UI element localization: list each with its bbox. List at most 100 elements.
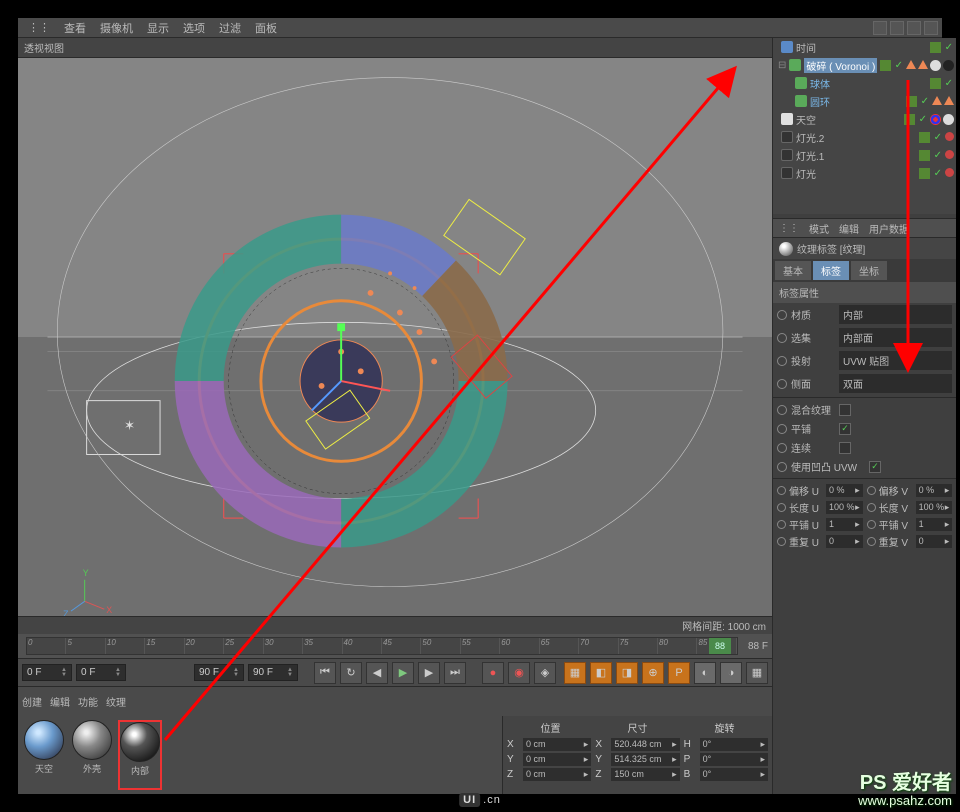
- object-name[interactable]: 破碎 ( Voronoi ): [804, 58, 877, 73]
- attr-menu-user[interactable]: 用户数据: [869, 221, 909, 236]
- material-label: 天空: [35, 762, 53, 775]
- attr-menu-mode[interactable]: 模式: [809, 221, 829, 236]
- material-outer[interactable]: 外壳: [70, 720, 114, 790]
- attr-menu-edit[interactable]: 编辑: [839, 221, 859, 236]
- mat-menu-func[interactable]: 功能: [78, 694, 98, 709]
- prev-frame-button[interactable]: ◀: [366, 662, 388, 684]
- timeline[interactable]: 0510152025303540455055606570758085 88 88…: [18, 634, 772, 658]
- prop-side-label: 侧面: [791, 376, 835, 391]
- record-button[interactable]: ●: [482, 662, 504, 684]
- viewport-label: 透视视图: [18, 38, 772, 58]
- vp-icon-1[interactable]: [873, 21, 887, 35]
- prop-projection-value[interactable]: UVW 贴图: [839, 351, 952, 370]
- mat-menu-edit[interactable]: 编辑: [50, 694, 70, 709]
- object-name[interactable]: 灯光.2: [796, 130, 916, 145]
- grid-spacing-label: 网格间距: 1000 cm: [682, 618, 766, 633]
- object-row[interactable]: 灯光.1✓: [773, 146, 956, 164]
- object-row[interactable]: 圆环✓: [773, 92, 956, 110]
- prop-blend-label: 混合纹理: [791, 402, 835, 417]
- range-end-field[interactable]: 90 F▲▼: [194, 664, 244, 681]
- loop-button[interactable]: ↻: [340, 662, 362, 684]
- attribute-title-text: 纹理标签 [纹理]: [797, 241, 865, 256]
- menu-filter[interactable]: 过滤: [213, 18, 247, 38]
- attribute-title: 纹理标签 [纹理]: [773, 238, 956, 259]
- viewport-3d[interactable]: ✶ Y X Z: [18, 58, 772, 616]
- watermark-center: UI.cn: [459, 794, 501, 806]
- tab-basic[interactable]: 基本: [775, 261, 811, 280]
- coordinate-manager: 位置 尺寸 旋转 X0 cm▸X520.448 cm▸H0°▸Y0 cm▸Y51…: [502, 716, 772, 794]
- object-icon: [795, 77, 807, 89]
- object-icon: [781, 131, 793, 143]
- next-frame-button[interactable]: ▶: [418, 662, 440, 684]
- mat-menu-tex[interactable]: 纹理: [106, 694, 126, 709]
- object-name[interactable]: 天空: [796, 112, 901, 127]
- grip-icon[interactable]: ⋮⋮: [779, 223, 799, 234]
- vp-icon-4[interactable]: [924, 21, 938, 35]
- svg-text:X: X: [106, 605, 112, 615]
- vp-icon-2[interactable]: [890, 21, 904, 35]
- menu-display[interactable]: 显示: [141, 18, 175, 38]
- opt-btn-4[interactable]: ⊕: [642, 662, 664, 684]
- app-window: ⋮⋮ 查看 摄像机 显示 选项 过滤 面板 透视视图: [18, 18, 942, 794]
- prop-material-value[interactable]: 内部: [839, 305, 952, 324]
- object-name[interactable]: 灯光.1: [796, 148, 916, 163]
- prop-selection-value[interactable]: 内部面: [839, 328, 952, 347]
- coord-hdr-rot: 旋转: [715, 720, 735, 735]
- attribute-menubar: ⋮⋮ 模式 编辑 用户数据: [773, 218, 956, 238]
- opt-btn-5[interactable]: P: [668, 662, 690, 684]
- coord-hdr-pos: 位置: [541, 720, 561, 735]
- timeline-playhead[interactable]: 88: [709, 638, 731, 654]
- opt-btn-3[interactable]: ◨: [616, 662, 638, 684]
- prop-continuous-checkbox[interactable]: [839, 442, 851, 454]
- mat-menu-create[interactable]: 创建: [22, 694, 42, 709]
- opt-btn-1[interactable]: ▦: [564, 662, 586, 684]
- object-name[interactable]: 灯光: [796, 166, 916, 181]
- prop-projection-label: 投射: [791, 353, 835, 368]
- object-icon: [781, 41, 793, 53]
- material-inner[interactable]: 内部: [118, 720, 162, 790]
- play-button[interactable]: ▶: [392, 662, 414, 684]
- material-sky[interactable]: 天空: [22, 720, 66, 790]
- object-row[interactable]: 时间✓: [773, 38, 956, 56]
- menu-panel[interactable]: 面板: [249, 18, 283, 38]
- object-name[interactable]: 圆环: [810, 94, 903, 109]
- object-row[interactable]: 球体✓: [773, 74, 956, 92]
- object-name[interactable]: 球体: [810, 76, 927, 91]
- object-row[interactable]: 灯光✓: [773, 164, 956, 182]
- range-start-field[interactable]: 0 F▲▼: [22, 664, 72, 681]
- menu-camera[interactable]: 摄像机: [94, 18, 139, 38]
- material-menubar: 创建 编辑 功能 纹理: [18, 686, 772, 716]
- autokey-button[interactable]: ◉: [508, 662, 530, 684]
- timeline-track[interactable]: 0510152025303540455055606570758085 88: [26, 637, 738, 655]
- opt-btn-8[interactable]: ▦: [746, 662, 768, 684]
- prop-blend-checkbox[interactable]: [839, 404, 851, 416]
- menu-options[interactable]: 选项: [177, 18, 211, 38]
- object-row[interactable]: 灯光.2✓: [773, 128, 956, 146]
- vp-icon-3[interactable]: [907, 21, 921, 35]
- material-ball-icon: [72, 720, 112, 760]
- viewport-menubar: ⋮⋮ 查看 摄像机 显示 选项 过滤 面板: [18, 18, 942, 38]
- goto-end-button[interactable]: ⏭: [444, 662, 466, 684]
- object-row[interactable]: ⊟破碎 ( Voronoi )✓: [773, 56, 956, 74]
- menu-grip[interactable]: ⋮⋮: [22, 19, 56, 36]
- tab-coord[interactable]: 坐标: [851, 261, 887, 280]
- prev-key-field[interactable]: 0 F▲▼: [76, 664, 126, 681]
- opt-btn-6[interactable]: ◐: [694, 662, 716, 684]
- menu-view[interactable]: 查看: [58, 18, 92, 38]
- prop-material-label: 材质: [791, 307, 835, 322]
- object-name[interactable]: 时间: [796, 40, 927, 55]
- coord-hdr-size: 尺寸: [628, 720, 648, 735]
- prop-useuvw-checkbox[interactable]: ✓: [869, 461, 881, 473]
- opt-btn-7[interactable]: ◑: [720, 662, 742, 684]
- svg-text:✶: ✶: [124, 418, 135, 433]
- opt-btn-2[interactable]: ◧: [590, 662, 612, 684]
- next-key-field[interactable]: 90 F▲▼: [248, 664, 298, 681]
- object-row[interactable]: 天空✓: [773, 110, 956, 128]
- prop-tile-checkbox[interactable]: ✓: [839, 423, 851, 435]
- key-mode-button[interactable]: ◈: [534, 662, 556, 684]
- prop-useuvw-label: 使用凹凸 UVW: [791, 459, 865, 474]
- goto-start-button[interactable]: ⏮: [314, 662, 336, 684]
- object-manager[interactable]: 时间✓⊟破碎 ( Voronoi )✓ 球体✓ 圆环✓ 天空✓ 灯光.2✓ 灯光…: [773, 38, 956, 214]
- prop-side-value[interactable]: 双面: [839, 374, 952, 393]
- tab-tag[interactable]: 标签: [813, 261, 849, 280]
